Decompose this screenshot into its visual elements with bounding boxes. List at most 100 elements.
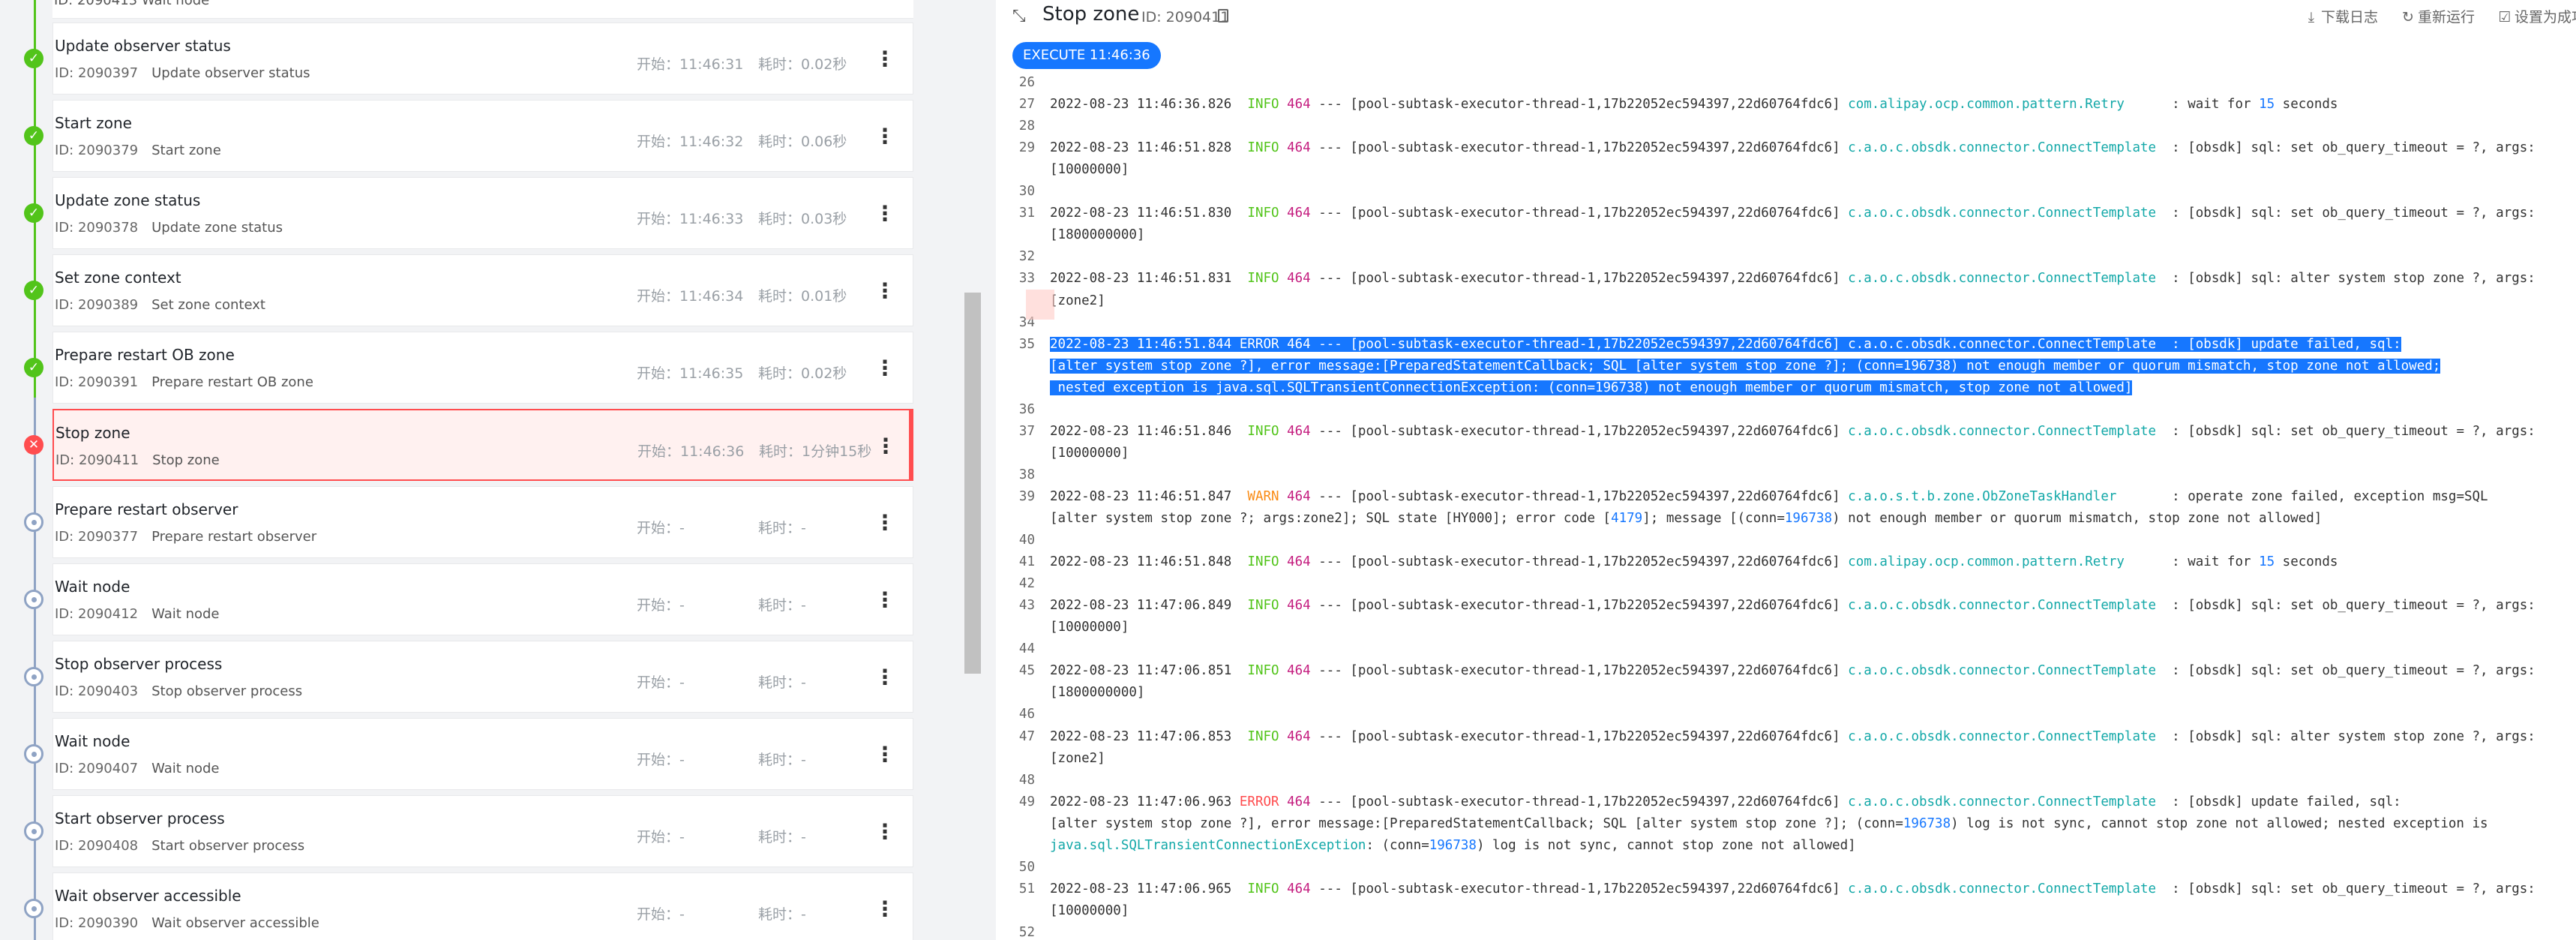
task-desc: Update zone status xyxy=(151,220,283,236)
log-line: 2022-08-23 11:47:06.963 ERROR 464 --- [p… xyxy=(1050,794,2401,809)
download-icon: ⤓ xyxy=(2308,9,2315,26)
task-title: Stop observer process xyxy=(55,655,223,673)
task-duration: 耗时：- xyxy=(758,906,806,923)
log-line: [alter system stop zone ?; args:zone2]; … xyxy=(1050,511,2323,526)
download-log-button[interactable]: ⤓ 下载日志 xyxy=(2305,6,2378,26)
execute-badge[interactable]: EXECUTE 11:46:36 xyxy=(1012,42,1161,69)
more-icon[interactable]: ⋮ xyxy=(874,278,895,305)
task-title: Update zone status xyxy=(55,191,201,209)
error-circle-icon: ✕ xyxy=(24,435,43,455)
task-card-partial[interactable]: ID: 2090413 Wait node xyxy=(52,0,913,19)
log-line: 2022-08-23 11:47:06.965 INFO 464 --- [po… xyxy=(1050,881,2536,896)
log-line: 2022-08-23 11:47:06.849 INFO 464 --- [po… xyxy=(1050,598,2536,614)
task-id: ID: 2090407 xyxy=(55,761,139,776)
log-viewer[interactable]: 26 27 2022-08-23 11:46:36.826 INFO 464 ---… xyxy=(996,75,2576,940)
task-card[interactable]: Stop observer process ID: 2090403 Stop obs… xyxy=(52,641,913,713)
scrollbar-thumb[interactable] xyxy=(964,293,981,674)
pending-circle-icon xyxy=(24,899,43,918)
task-desc: Start zone xyxy=(151,143,221,158)
log-line: [1800000000] xyxy=(1050,685,1145,701)
more-icon[interactable]: ⋮ xyxy=(874,741,895,768)
task-card[interactable]: Start observer process ID: 2090408 Start o… xyxy=(52,795,913,867)
check-circle-icon: ✓ xyxy=(24,281,43,300)
log-line: [10000000] xyxy=(1050,902,1129,918)
line-number: 36 xyxy=(1018,401,1035,417)
copy-icon[interactable] xyxy=(1218,9,1228,23)
task-id: ID: 2090377 xyxy=(55,529,139,545)
task-start-time: 开始：11:46:35 xyxy=(637,365,744,382)
task-start-time: 开始：- xyxy=(637,597,685,614)
line-number: 40 xyxy=(1018,533,1035,548)
task-duration: 耗时：0.03秒 xyxy=(758,211,847,227)
task-start-time: 开始：- xyxy=(637,674,685,691)
set-success-button[interactable]: ☑设置为成功 xyxy=(2498,6,2576,26)
task-id: ID: 2090389 xyxy=(55,297,139,313)
task-card[interactable]: Prepare restart OB zone ID: 2090391 Prepar… xyxy=(52,332,913,404)
task-duration: 耗时：- xyxy=(758,829,806,845)
task-subtitle: ID: 2090389 Set zone context xyxy=(55,297,265,313)
check-circle-icon: ✓ xyxy=(24,126,43,146)
more-icon[interactable]: ⋮ xyxy=(874,896,895,923)
task-card[interactable]: Wait node ID: 2090407 Wait node 开始：- 耗时：- ⋮ xyxy=(52,718,913,790)
line-number: 31 xyxy=(1018,206,1035,221)
log-line: [10000000] xyxy=(1050,162,1129,178)
line-number: 49 xyxy=(1018,794,1035,809)
more-icon[interactable]: ⋮ xyxy=(874,509,895,536)
line-number: 29 xyxy=(1018,140,1035,156)
rerun-button[interactable]: ↻ 重新运行 xyxy=(2401,6,2475,26)
task-desc: Set zone context xyxy=(151,297,265,313)
task-card[interactable]: Set zone context ID: 2090389 Set zone cont… xyxy=(52,254,913,326)
task-desc: Stop observer process xyxy=(151,683,303,699)
task-desc: Wait node xyxy=(151,606,220,622)
line-number: 43 xyxy=(1018,598,1035,614)
task-title: Update observer status xyxy=(55,37,231,55)
task-subtitle: ID: 2090377 Prepare restart observer xyxy=(55,529,316,545)
task-duration: 耗时：- xyxy=(758,520,806,536)
more-icon[interactable]: ⋮ xyxy=(874,46,895,73)
task-start-time: 开始：11:46:32 xyxy=(637,134,744,150)
line-number: 51 xyxy=(1018,881,1035,896)
check-circle-icon: ✓ xyxy=(24,49,43,68)
task-card[interactable]: Stop zone ID: 2090411 Stop zone 开始：11:46:36… xyxy=(52,409,913,481)
log-line: [zone2] xyxy=(1050,293,1105,308)
task-card[interactable]: Update observer status ID: 2090397 Update … xyxy=(52,23,913,95)
more-icon[interactable]: ⋮ xyxy=(875,433,896,460)
task-duration: 耗时：0.06秒 xyxy=(758,134,847,150)
task-start-time: 开始：11:46:36 xyxy=(637,443,745,460)
more-icon[interactable]: ⋮ xyxy=(874,200,895,227)
more-icon[interactable]: ⋮ xyxy=(874,664,895,691)
log-line: 2022-08-23 11:46:51.846 INFO 464 --- [po… xyxy=(1050,423,2536,439)
line-number: 41 xyxy=(1018,554,1035,570)
task-start-time: 开始：- xyxy=(637,752,685,768)
task-card[interactable]: Prepare restart observer ID: 2090377 Prepa… xyxy=(52,486,913,558)
task-subtitle: ID: 2090397 Update observer status xyxy=(55,65,310,81)
task-card[interactable]: Update zone status ID: 2090378 Update zone… xyxy=(52,177,913,249)
collapse-icon[interactable]: ⤡ xyxy=(1012,8,1029,25)
task-card[interactable]: Wait observer accessible ID: 2090390 Wait … xyxy=(52,872,913,940)
task-card[interactable]: Wait node ID: 2090412 Wait node 开始：- 耗时：- ⋮ xyxy=(52,563,913,635)
more-icon[interactable]: ⋮ xyxy=(874,355,895,382)
log-line: 2022-08-23 11:46:51.830 INFO 464 --- [po… xyxy=(1050,206,2536,221)
more-icon[interactable]: ⋮ xyxy=(874,818,895,845)
log-line: 2022-08-23 11:47:06.853 INFO 464 --- [po… xyxy=(1050,728,2536,744)
log-line: 2022-08-23 11:46:51.831 INFO 464 --- [po… xyxy=(1050,271,2536,287)
task-duration: 耗时：0.02秒 xyxy=(758,56,847,73)
task-card[interactable]: Start zone ID: 2090379 Start zone 开始：11:46:… xyxy=(52,100,913,172)
task-duration: 耗时：- xyxy=(758,597,806,614)
task-id: ID: 2090412 xyxy=(55,606,139,622)
log-line: java.sql.SQLTransientConnectionException… xyxy=(1050,837,1856,853)
task-subtitle: ID: 2090391 Prepare restart OB zone xyxy=(55,374,313,390)
log-line: 2022-08-23 11:46:51.844 ERROR 464 --- [p… xyxy=(1050,336,2401,352)
log-line: 2022-08-23 11:46:51.847 WARN 464 --- [po… xyxy=(1050,488,2488,504)
check-circle-icon: ✓ xyxy=(24,203,43,223)
line-number: 45 xyxy=(1018,663,1035,679)
line-number: 37 xyxy=(1018,423,1035,439)
line-number: 28 xyxy=(1018,119,1035,134)
task-desc: Wait node xyxy=(151,761,220,776)
more-icon[interactable]: ⋮ xyxy=(874,587,895,614)
log-line: [10000000] xyxy=(1050,445,1129,461)
line-number: 42 xyxy=(1018,576,1035,592)
more-icon[interactable]: ⋮ xyxy=(874,123,895,150)
task-title: Wait observer accessible xyxy=(55,887,241,905)
task-subtitle: ID: 2090379 Start zone xyxy=(55,143,221,158)
